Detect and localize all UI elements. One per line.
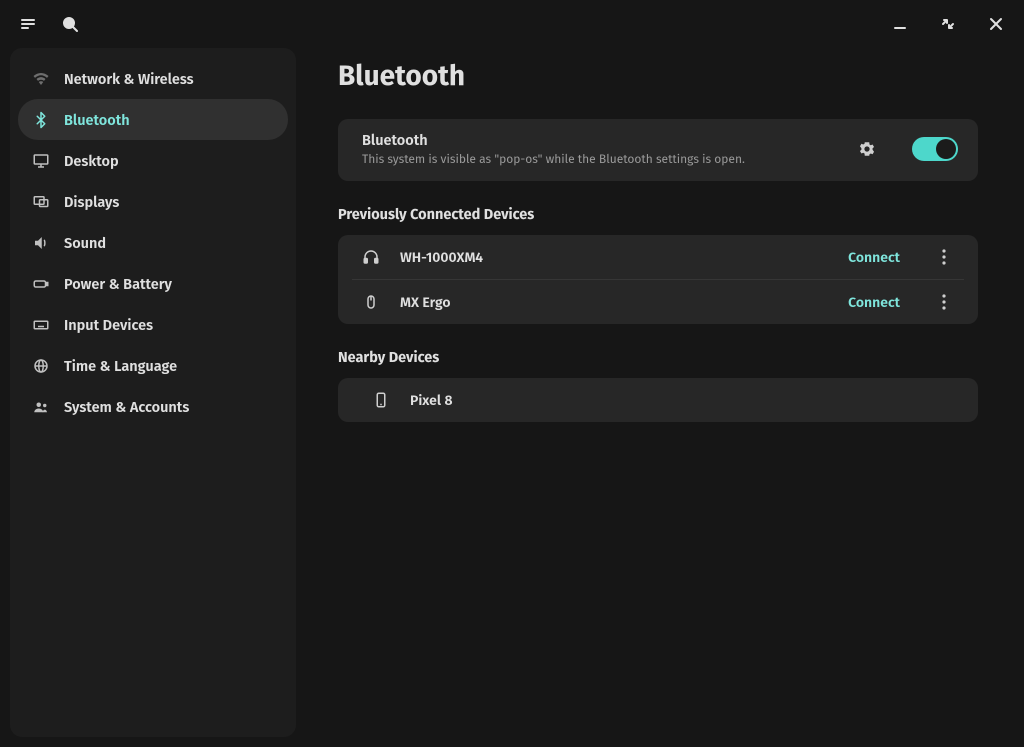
close-button[interactable] bbox=[988, 16, 1004, 32]
phone-icon bbox=[372, 391, 390, 409]
nearby-devices-list: Pixel 8 bbox=[338, 378, 978, 422]
sidebar-item-displays[interactable]: Displays bbox=[18, 181, 288, 222]
page-title: Bluetooth bbox=[338, 60, 978, 93]
globe-icon bbox=[32, 357, 50, 375]
sidebar-item-label: Bluetooth bbox=[64, 111, 130, 129]
device-name: MX Ergo bbox=[400, 294, 451, 311]
device-row[interactable]: Pixel 8 bbox=[338, 378, 978, 422]
bluetooth-icon bbox=[32, 111, 50, 129]
settings-button[interactable] bbox=[858, 140, 876, 158]
wifi-icon bbox=[32, 70, 50, 88]
minimize-button[interactable] bbox=[892, 16, 908, 32]
headphones-icon bbox=[362, 248, 380, 266]
sidebar-item-label: Time & Language bbox=[64, 357, 177, 375]
device-name: Pixel 8 bbox=[410, 392, 453, 409]
connect-button[interactable]: Connect bbox=[848, 294, 900, 311]
main-content: Bluetooth Bluetooth This system is visib… bbox=[306, 48, 1010, 737]
sidebar-item-system[interactable]: System & Accounts bbox=[18, 386, 288, 427]
sidebar-item-label: Power & Battery bbox=[64, 275, 172, 293]
sidebar-item-input[interactable]: Input Devices bbox=[18, 304, 288, 345]
sidebar-item-bluetooth[interactable]: Bluetooth bbox=[18, 99, 288, 140]
bluetooth-status-heading: Bluetooth bbox=[362, 131, 745, 149]
battery-icon bbox=[32, 275, 50, 293]
accounts-icon bbox=[32, 398, 50, 416]
section-previous-label: Previously Connected Devices bbox=[338, 205, 978, 223]
sidebar-item-label: Input Devices bbox=[64, 316, 153, 334]
sidebar-item-sound[interactable]: Sound bbox=[18, 222, 288, 263]
device-row[interactable]: MX Ergo Connect bbox=[352, 279, 964, 324]
sidebar-item-network[interactable]: Network & Wireless bbox=[18, 58, 288, 99]
section-nearby-label: Nearby Devices bbox=[338, 348, 978, 366]
sidebar: Network & Wireless Bluetooth Desktop Dis… bbox=[10, 48, 296, 737]
sidebar-item-label: Network & Wireless bbox=[64, 70, 194, 88]
search-button[interactable] bbox=[62, 16, 78, 32]
sidebar-item-label: Desktop bbox=[64, 152, 119, 170]
keyboard-icon bbox=[32, 316, 50, 334]
sidebar-item-power[interactable]: Power & Battery bbox=[18, 263, 288, 304]
mouse-icon bbox=[362, 293, 380, 311]
sidebar-item-label: Sound bbox=[64, 234, 106, 252]
device-more-button[interactable] bbox=[942, 294, 958, 310]
titlebar bbox=[0, 0, 1024, 48]
app-menu-button[interactable] bbox=[20, 16, 36, 32]
bluetooth-status-sub: This system is visible as "pop-os" while… bbox=[362, 153, 745, 167]
desktop-icon bbox=[32, 152, 50, 170]
displays-icon bbox=[32, 193, 50, 211]
device-name: WH-1000XM4 bbox=[400, 249, 483, 266]
sidebar-item-label: System & Accounts bbox=[64, 398, 189, 416]
device-row[interactable]: WH-1000XM4 Connect bbox=[338, 235, 978, 279]
connect-button[interactable]: Connect bbox=[848, 249, 900, 266]
sidebar-item-desktop[interactable]: Desktop bbox=[18, 140, 288, 181]
sidebar-item-label: Displays bbox=[64, 193, 119, 211]
bluetooth-toggle[interactable] bbox=[912, 137, 958, 161]
sidebar-item-time[interactable]: Time & Language bbox=[18, 345, 288, 386]
device-more-button[interactable] bbox=[942, 249, 958, 265]
sound-icon bbox=[32, 234, 50, 252]
bluetooth-status-card: Bluetooth This system is visible as "pop… bbox=[338, 119, 978, 181]
maximize-button[interactable] bbox=[940, 16, 956, 32]
previous-devices-list: WH-1000XM4 Connect MX Ergo Connect bbox=[338, 235, 978, 324]
